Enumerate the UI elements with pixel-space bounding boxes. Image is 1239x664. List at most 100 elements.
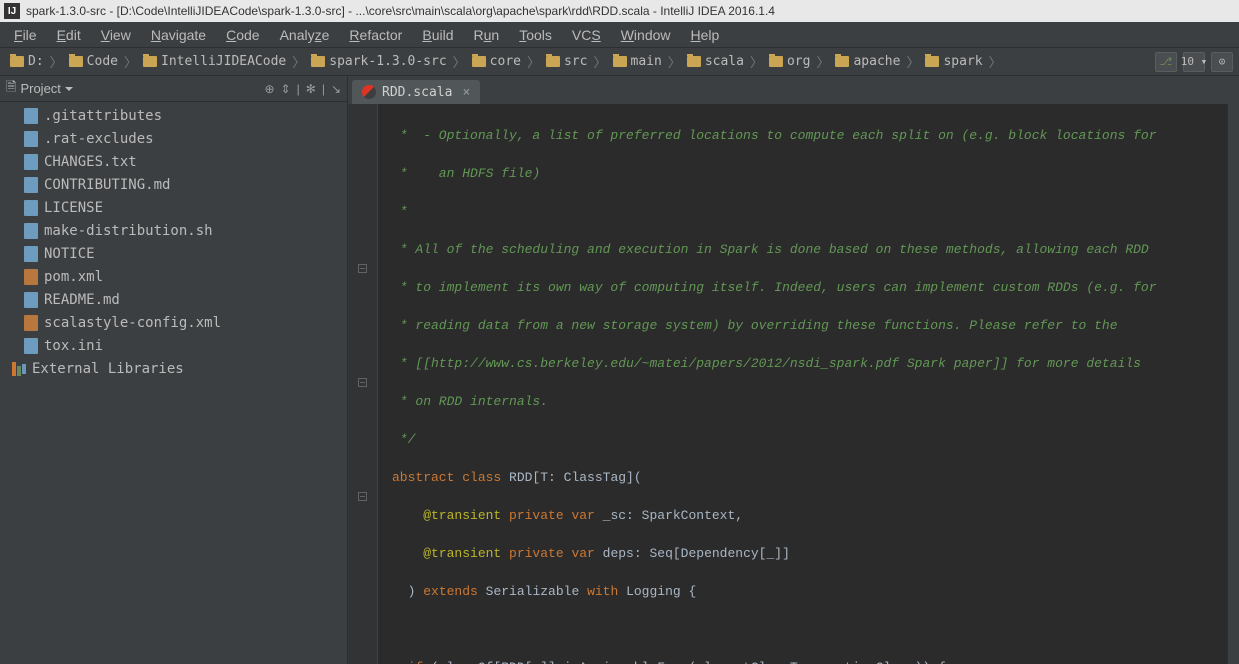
window-title: spark-1.3.0-src - [D:\Code\IntelliJIDEAC…	[26, 4, 775, 18]
tree-item[interactable]: LICENSE	[0, 196, 347, 219]
scroll-target-icon[interactable]: ⊕	[265, 82, 275, 96]
file-icon	[24, 108, 38, 124]
locate-button[interactable]: ⊙	[1211, 52, 1233, 72]
tree-item-label: .rat-excludes	[44, 131, 154, 147]
project-panel: 🗎 Project ⊕ ⇕ | ✻ | ↘ .gitattributes .ra…	[0, 76, 348, 664]
hide-icon[interactable]: ↘	[331, 82, 341, 96]
fold-icon[interactable]	[358, 378, 367, 387]
file-icon	[24, 246, 38, 262]
tree-item-label: LICENSE	[44, 200, 103, 216]
collapse-icon[interactable]: ⇕	[281, 82, 291, 96]
folder-icon	[769, 56, 783, 67]
tree-item[interactable]: make-distribution.sh	[0, 219, 347, 242]
tree-item-label: pom.xml	[44, 269, 103, 285]
toolbar-right: ⎇ 10 ▾ ⊙	[1155, 52, 1233, 72]
menu-code[interactable]: Code	[218, 24, 267, 46]
menu-vcs[interactable]: VCS	[564, 24, 609, 46]
tree-item-label: README.md	[44, 292, 120, 308]
editor-minimap-scroll[interactable]	[1227, 104, 1239, 664]
crumb-item[interactable]: Code	[65, 54, 122, 69]
tree-item-label: .gitattributes	[44, 108, 162, 124]
menu-help[interactable]: Help	[683, 24, 728, 46]
menu-refactor[interactable]: Refactor	[341, 24, 410, 46]
crumb-item[interactable]: org	[765, 54, 814, 69]
fold-icon[interactable]	[358, 492, 367, 501]
project-title[interactable]: Project	[20, 81, 60, 96]
vcs-branch-button[interactable]: ⎇	[1155, 52, 1177, 72]
folder-icon	[69, 56, 83, 67]
title-bar[interactable]: IJ spark-1.3.0-src - [D:\Code\IntelliJID…	[0, 0, 1239, 22]
folder-icon	[613, 56, 627, 67]
menu-build[interactable]: Build	[414, 24, 461, 46]
tree-item-label: NOTICE	[44, 246, 95, 262]
close-icon[interactable]: ×	[462, 85, 470, 100]
project-tree[interactable]: .gitattributes .rat-excludes CHANGES.txt…	[0, 102, 347, 664]
code-lines[interactable]: * - Optionally, a list of preferred loca…	[378, 104, 1227, 664]
tree-item[interactable]: .rat-excludes	[0, 127, 347, 150]
tree-item[interactable]: README.md	[0, 288, 347, 311]
folder-icon	[925, 56, 939, 67]
tree-item[interactable]: NOTICE	[0, 242, 347, 265]
project-view-icon: 🗎	[6, 78, 16, 100]
mode-dropdown[interactable]: 10 ▾	[1183, 52, 1205, 72]
menu-navigate[interactable]: Navigate	[143, 24, 214, 46]
tree-item-label: External Libraries	[32, 361, 184, 377]
folder-icon	[687, 56, 701, 67]
gutter[interactable]	[348, 104, 378, 664]
tree-item[interactable]: .gitattributes	[0, 104, 347, 127]
file-icon	[24, 292, 38, 308]
folder-icon	[546, 56, 560, 67]
project-header: 🗎 Project ⊕ ⇕ | ✻ | ↘	[0, 76, 347, 102]
chevron-down-icon[interactable]	[65, 87, 73, 91]
tree-item-external-libs[interactable]: External Libraries	[0, 357, 347, 380]
crumb-item[interactable]: main	[609, 54, 666, 69]
folder-icon	[472, 56, 486, 67]
tree-item-label: CONTRIBUTING.md	[44, 177, 170, 193]
menu-view[interactable]: View	[93, 24, 139, 46]
app-icon: IJ	[4, 3, 20, 19]
folder-icon	[311, 56, 325, 67]
tree-item[interactable]: tox.ini	[0, 334, 347, 357]
file-icon	[24, 200, 38, 216]
crumb-item[interactable]: core	[468, 54, 525, 69]
menu-file[interactable]: File	[6, 24, 45, 46]
menu-window[interactable]: Window	[613, 24, 679, 46]
file-icon	[24, 131, 38, 147]
library-icon	[12, 362, 26, 376]
crumb-item[interactable]: apache	[831, 54, 904, 69]
xml-file-icon	[24, 315, 38, 331]
tree-item[interactable]: CONTRIBUTING.md	[0, 173, 347, 196]
menu-run[interactable]: Run	[466, 24, 508, 46]
editor-area: RDD.scala × * - Optionally, a list	[348, 76, 1239, 664]
folder-icon	[10, 56, 24, 67]
tree-item[interactable]: CHANGES.txt	[0, 150, 347, 173]
menu-edit[interactable]: Edit	[49, 24, 89, 46]
code-area[interactable]: * - Optionally, a list of preferred loca…	[348, 104, 1239, 664]
crumb-item[interactable]: scala	[683, 54, 748, 69]
crumb-item[interactable]: spark-1.3.0-src	[307, 54, 450, 69]
editor-tab-label: RDD.scala	[382, 85, 452, 100]
folder-icon	[143, 56, 157, 67]
crumb-item[interactable]: src	[542, 54, 591, 69]
tree-item[interactable]: pom.xml	[0, 265, 347, 288]
crumb-drive[interactable]: D:	[6, 54, 48, 69]
fold-icon[interactable]	[358, 264, 367, 273]
breadcrumb: D:〉 Code〉 IntelliJIDEACode〉 spark-1.3.0-…	[0, 48, 1239, 76]
tree-item-label: make-distribution.sh	[44, 223, 213, 239]
menu-analyze[interactable]: Analyze	[272, 24, 338, 46]
file-icon	[24, 338, 38, 354]
folder-icon	[835, 56, 849, 67]
crumb-item[interactable]: IntelliJIDEACode	[139, 54, 290, 69]
gear-icon[interactable]: ✻	[306, 82, 316, 96]
tree-item[interactable]: scalastyle-config.xml	[0, 311, 347, 334]
file-icon	[24, 177, 38, 193]
tree-item-label: scalastyle-config.xml	[44, 315, 221, 331]
xml-file-icon	[24, 269, 38, 285]
main-area: 🗎 Project ⊕ ⇕ | ✻ | ↘ .gitattributes .ra…	[0, 76, 1239, 664]
editor-tab[interactable]: RDD.scala ×	[352, 80, 480, 104]
tree-item-label: CHANGES.txt	[44, 154, 137, 170]
crumb-item[interactable]: spark	[921, 54, 986, 69]
file-icon	[24, 154, 38, 170]
menu-tools[interactable]: Tools	[511, 24, 560, 46]
editor-tabs: RDD.scala ×	[348, 76, 1239, 104]
